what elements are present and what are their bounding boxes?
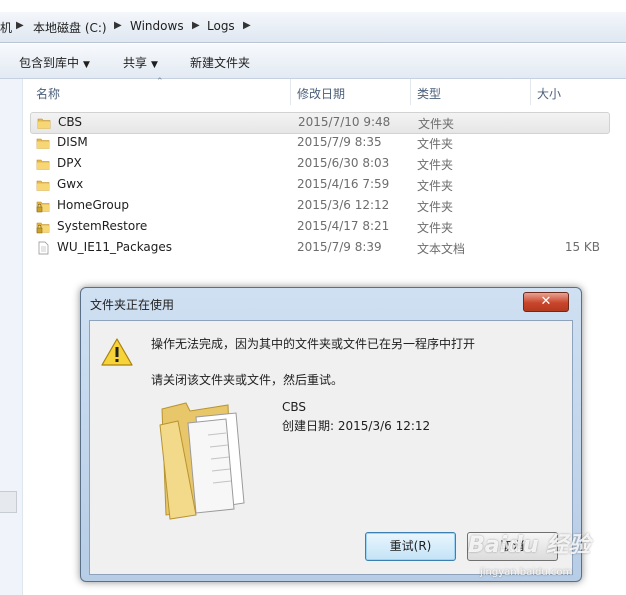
locked-item-created-date: 创建日期: 2015/3/6 12:12 (282, 419, 431, 433)
folder-icon (36, 159, 50, 170)
locked-folder-icon (36, 201, 50, 213)
chevron-right-icon[interactable]: ▶ (243, 20, 251, 31)
folder-icon (36, 138, 50, 149)
chevron-right-icon[interactable]: ▶ (16, 20, 24, 31)
file-row[interactable]: DPX 2015/6/30 8:03 文件夹 (30, 154, 608, 174)
breadcrumb-logs[interactable]: Logs (207, 19, 235, 33)
file-name: SystemRestore (57, 219, 148, 233)
file-row[interactable]: HomeGroup 2015/3/6 12:12 文件夹 (30, 196, 608, 216)
file-row[interactable]: DISM 2015/7/9 8:35 文件夹 (30, 133, 608, 153)
column-header-date-modified[interactable]: 修改日期 (297, 85, 345, 102)
dropdown-arrow-icon: ▼ (151, 60, 158, 70)
sort-ascending-icon: ⌃ (156, 77, 164, 87)
text-document-icon (38, 241, 49, 255)
file-name: WU_IE11_Packages (57, 240, 173, 254)
new-folder-button[interactable]: 新建文件夹 (190, 54, 250, 71)
share-button[interactable]: 共享 ▼ (123, 54, 158, 71)
include-in-library-label: 包含到库中 (19, 56, 80, 70)
error-message: 操作无法完成，因为其中的文件夹或文件已在另一程序中打开 (151, 337, 476, 351)
locked-folder-icon (36, 222, 50, 234)
column-header-name[interactable]: 名称 (36, 85, 60, 102)
file-date: 2015/7/10 9:48 (298, 115, 391, 129)
column-header-type[interactable]: 类型 (417, 85, 441, 102)
include-in-library-button[interactable]: 包含到库中 ▼ (19, 54, 90, 71)
file-name: DISM (57, 135, 88, 149)
file-type: 文件夹 (417, 179, 454, 193)
address-bar[interactable]: 机 ▶ 本地磁盘 (C:) ▶ Windows ▶ Logs ▶ (0, 12, 626, 43)
chevron-right-icon[interactable]: ▶ (192, 20, 200, 31)
file-name: DPX (57, 156, 82, 170)
file-name: CBS (58, 115, 83, 129)
chevron-right-icon[interactable]: ▶ (114, 20, 122, 31)
file-date: 2015/4/16 7:59 (297, 177, 390, 191)
locked-item-name: CBS (282, 400, 307, 414)
folder-icon (36, 180, 50, 191)
file-row[interactable]: Gwx 2015/4/16 7:59 文件夹 (30, 175, 608, 195)
file-name: Gwx (57, 177, 84, 191)
instruction-message: 请关闭该文件夹或文件，然后重试。 (151, 373, 344, 387)
column-divider[interactable] (290, 79, 291, 105)
share-label: 共享 (123, 56, 148, 70)
file-row[interactable]: WU_IE11_Packages 2015/7/9 8:39 文本文档 15 K… (30, 238, 608, 258)
baidu-watermark-url: jingyan.baidu.com (480, 567, 573, 578)
file-type: 文件夹 (417, 137, 454, 151)
open-folder-icon (159, 402, 245, 520)
file-date: 2015/3/6 12:12 (297, 198, 390, 212)
file-date: 2015/4/17 8:21 (297, 219, 390, 233)
file-type: 文件夹 (418, 117, 455, 131)
close-button[interactable]: ✕ (523, 292, 569, 312)
column-header-size[interactable]: 大小 (537, 85, 561, 102)
file-row[interactable]: SystemRestore 2015/4/17 8:21 文件夹 (30, 217, 608, 237)
column-divider[interactable] (530, 79, 531, 105)
warning-icon (101, 338, 133, 366)
navigation-pane-scroll-tab[interactable] (0, 491, 17, 513)
file-name: HomeGroup (57, 198, 129, 212)
baidu-watermark: Baidu 经验 (468, 533, 591, 558)
file-type: 文件夹 (417, 200, 454, 214)
file-date: 2015/6/30 8:03 (297, 156, 390, 170)
file-size: 15 KB (564, 240, 600, 254)
breadcrumb-windows[interactable]: Windows (130, 19, 184, 33)
file-type: 文本文档 (417, 242, 466, 256)
file-row[interactable]: CBS 2015/7/10 9:48 文件夹 (30, 112, 610, 134)
folder-icon (37, 118, 51, 129)
file-type: 文件夹 (417, 221, 454, 235)
retry-button[interactable]: 重试(R) (365, 532, 456, 561)
file-type: 文件夹 (417, 158, 454, 172)
breadcrumb-local-disk[interactable]: 本地磁盘 (C:) (33, 19, 107, 36)
file-date: 2015/7/9 8:35 (297, 135, 382, 149)
navigation-pane[interactable] (0, 79, 23, 595)
file-date: 2015/7/9 8:39 (297, 240, 382, 254)
dropdown-arrow-icon: ▼ (83, 60, 90, 70)
column-divider[interactable] (410, 79, 411, 105)
column-headers: ⌃ 名称 修改日期 类型 大小 (22, 77, 626, 105)
breadcrumb-computer[interactable]: 机 (0, 19, 12, 36)
dialog-title: 文件夹正在使用 (90, 298, 175, 312)
command-toolbar: 包含到库中 ▼ 共享 ▼ 新建文件夹 (0, 44, 626, 79)
